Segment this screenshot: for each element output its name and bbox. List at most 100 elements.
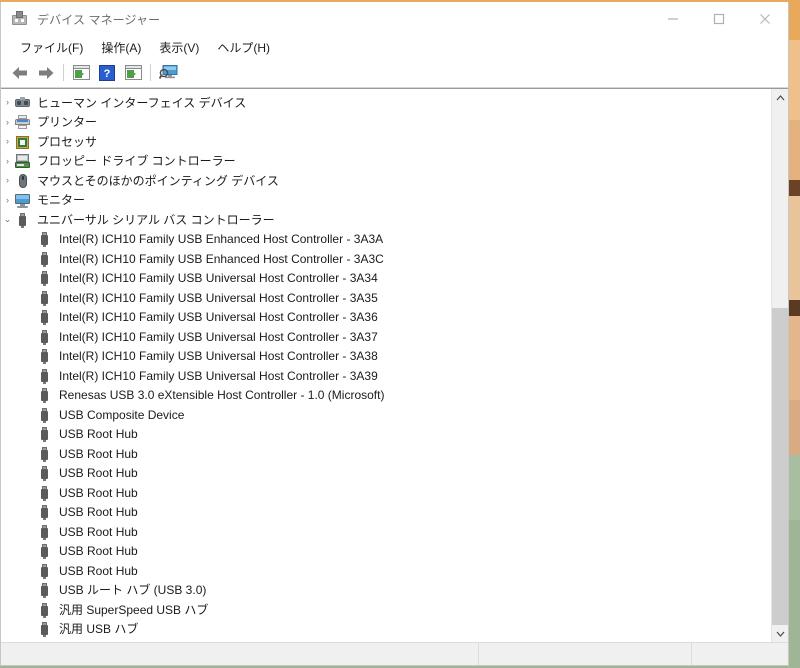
twisty-collapsed-icon[interactable]: › (1, 639, 14, 642)
tree-row-label: Intel(R) ICH10 Family USB Enhanced Host … (59, 251, 384, 266)
tree-row[interactable]: › モニター (1, 191, 771, 211)
floppy-icon (14, 153, 31, 169)
twisty-collapsed-icon[interactable]: › (1, 93, 14, 112)
scroll-down-button[interactable] (772, 625, 788, 642)
tree-row[interactable]: Intel(R) ICH10 Family USB Universal Host… (1, 327, 771, 347)
tree-row[interactable]: ›印刷キュー (1, 639, 771, 642)
tree-row-label: マウスとそのほかのポインティング デバイス (37, 173, 279, 188)
scrollbar-thumb[interactable] (772, 308, 788, 625)
forward-button[interactable] (33, 61, 59, 85)
tree-row[interactable]: 汎用 SuperSpeed USB ハブ (1, 600, 771, 620)
tree-row[interactable]: › フロッピー ドライブ コントローラー (1, 152, 771, 172)
window-title: デバイス マネージャー (37, 12, 161, 27)
tree-row[interactable]: USB Root Hub (1, 425, 771, 445)
monitor-icon (14, 192, 31, 209)
tree-row[interactable]: Intel(R) ICH10 Family USB Universal Host… (1, 308, 771, 328)
usb-icon (36, 309, 53, 326)
help-icon: ? (99, 64, 115, 81)
twisty-collapsed-icon[interactable]: › (1, 132, 14, 151)
tree-row[interactable]: › マウスとそのほかのポインティング デバイス (1, 171, 771, 191)
tree-row[interactable]: USB Root Hub (1, 464, 771, 484)
toolbar-separator-2 (150, 64, 151, 81)
tree-row[interactable]: Intel(R) ICH10 Family USB Universal Host… (1, 366, 771, 386)
close-button[interactable] (742, 2, 788, 36)
tree-row[interactable]: USB Root Hub (1, 483, 771, 503)
vertical-scrollbar[interactable] (771, 89, 788, 642)
twisty-collapsed-icon[interactable]: › (1, 191, 14, 210)
twisty-collapsed-icon[interactable]: › (1, 113, 14, 132)
tree-row[interactable]: Intel(R) ICH10 Family USB Enhanced Host … (1, 230, 771, 250)
minimize-button[interactable] (650, 2, 696, 36)
maximize-button[interactable] (696, 2, 742, 36)
title-bar: デバイス マネージャー (1, 2, 788, 36)
cpu-icon (14, 134, 31, 150)
usb-icon (36, 446, 53, 462)
menu-help[interactable]: ヘルプ(H) (208, 37, 279, 58)
usb-icon (36, 329, 53, 345)
scan-hardware-changes-icon (158, 65, 177, 79)
scrollbar-track[interactable] (772, 106, 788, 625)
tree-row[interactable]: Intel(R) ICH10 Family USB Universal Host… (1, 288, 771, 308)
update-driver-icon (124, 65, 142, 80)
scan-hardware-changes-button[interactable] (155, 61, 181, 85)
tree-row-label: Intel(R) ICH10 Family USB Universal Host… (59, 368, 378, 383)
usb-icon (36, 290, 53, 306)
back-arrow-icon (12, 66, 27, 79)
update-driver-button[interactable] (120, 61, 146, 85)
tree-row-label: モニター (37, 193, 86, 208)
tree-row[interactable]: › プロセッサ (1, 132, 771, 152)
tree-row[interactable]: USB Composite Device (1, 405, 771, 425)
tree-row[interactable]: 汎用 USB ハブ (1, 620, 771, 640)
tree-row-label: プロセッサ (37, 134, 98, 149)
chevron-down-icon (776, 631, 784, 637)
hid-icon (14, 95, 31, 111)
usb-icon (36, 504, 53, 521)
tree-row[interactable]: Intel(R) ICH10 Family USB Universal Host… (1, 269, 771, 289)
tree-row[interactable]: Intel(R) ICH10 Family USB Universal Host… (1, 347, 771, 367)
twisty-expanded-icon[interactable]: ⌄ (1, 210, 14, 229)
tree-row-label: Intel(R) ICH10 Family USB Universal Host… (59, 349, 378, 364)
mouse-icon (14, 173, 31, 189)
tree-row[interactable]: ⌄ ユニバーサル シリアル バス コントローラー (1, 210, 771, 230)
tree-row[interactable]: USB Root Hub (1, 503, 771, 523)
usb-icon (36, 543, 53, 560)
usb-icon (36, 621, 53, 638)
twisty-collapsed-icon[interactable]: › (1, 152, 14, 171)
usb-icon (36, 426, 53, 443)
tree-row[interactable]: Renesas USB 3.0 eXtensible Host Controll… (1, 386, 771, 406)
tree-row-label: プリンター (37, 115, 98, 130)
device-tree[interactable]: › ヒューマン インターフェイス デバイス › プリンター › プロセッサ › フロッピー ド… (1, 89, 771, 642)
tree-row[interactable]: USB Root Hub (1, 522, 771, 542)
properties-button[interactable] (68, 61, 94, 85)
device-manager-icon (11, 10, 28, 28)
tree-row-label: フロッピー ドライブ コントローラー (37, 154, 236, 169)
queue-icon (14, 641, 31, 642)
usb-icon (36, 407, 53, 423)
content-area: › ヒューマン インターフェイス デバイス › プリンター › プロセッサ › フロッピー ド… (1, 88, 788, 642)
tree-row[interactable]: › プリンター (1, 113, 771, 133)
tree-row-label: Intel(R) ICH10 Family USB Universal Host… (59, 290, 378, 305)
usb-icon (36, 348, 53, 365)
usb-icon (36, 602, 53, 618)
twisty-collapsed-icon[interactable]: › (1, 171, 14, 190)
chevron-up-icon (776, 94, 784, 100)
menu-view[interactable]: 表示(V) (150, 37, 208, 58)
tree-row[interactable]: Intel(R) ICH10 Family USB Enhanced Host … (1, 249, 771, 269)
menu-action[interactable]: 操作(A) (92, 37, 150, 58)
toolbar-separator-1 (63, 64, 64, 81)
tree-row[interactable]: USB Root Hub (1, 444, 771, 464)
tree-row[interactable]: › ヒューマン インターフェイス デバイス (1, 93, 771, 113)
back-button[interactable] (7, 61, 33, 85)
tree-row-label: 汎用 SuperSpeed USB ハブ (59, 602, 209, 617)
tree-row[interactable]: USB ルート ハブ (USB 3.0) (1, 581, 771, 601)
menu-file[interactable]: ファイル(F) (11, 37, 92, 58)
scroll-up-button[interactable] (772, 89, 788, 106)
minimize-icon (668, 18, 678, 20)
help-button[interactable]: ? (94, 61, 120, 85)
usb-icon (14, 212, 31, 228)
tree-row[interactable]: USB Root Hub (1, 561, 771, 581)
status-bar (1, 642, 788, 665)
status-cell-1 (1, 643, 479, 665)
tree-row[interactable]: USB Root Hub (1, 542, 771, 562)
usb-icon (36, 251, 53, 267)
